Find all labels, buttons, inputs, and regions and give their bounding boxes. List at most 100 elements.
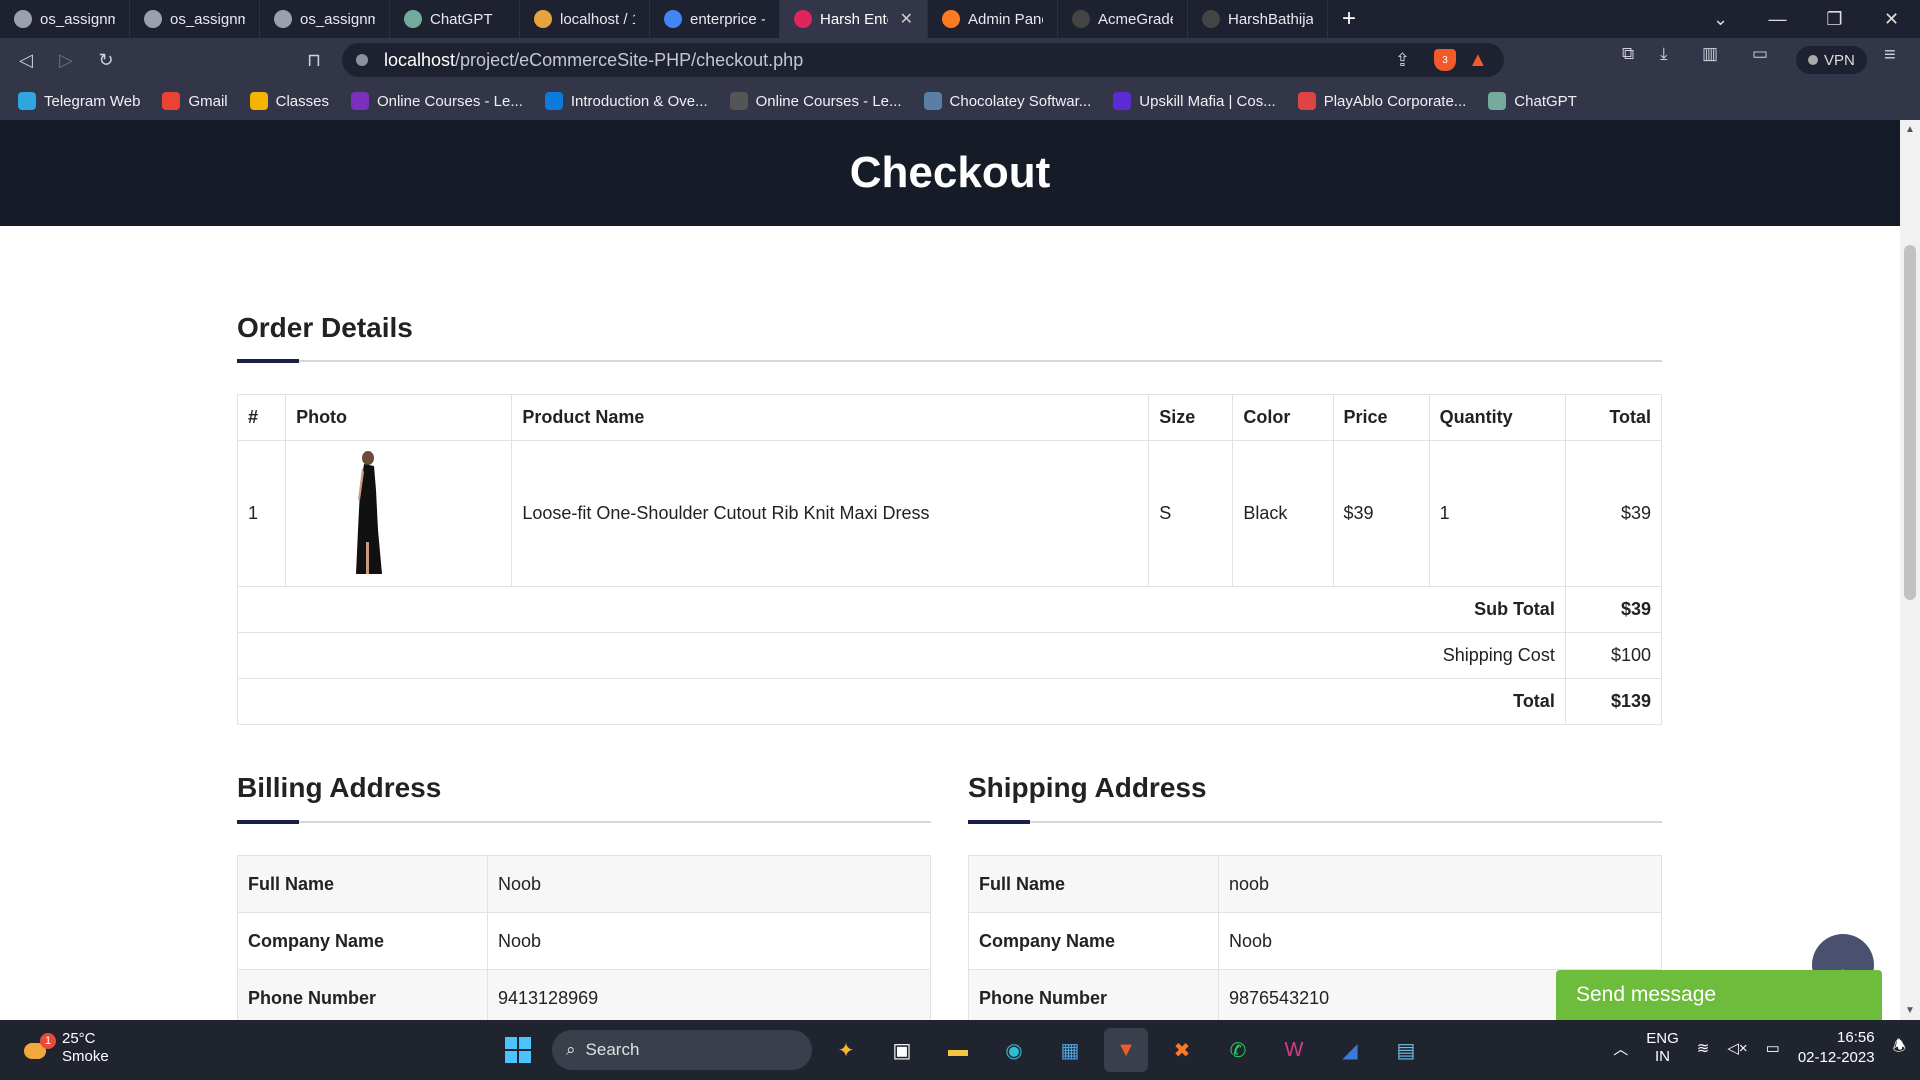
- product-photo: [356, 450, 383, 574]
- chatgpt-icon: [404, 10, 422, 28]
- tab-1[interactable]: os_assignment_3: [130, 0, 260, 38]
- menu-icon[interactable]: ≡: [1884, 44, 1896, 67]
- send-message-label: Send message: [1576, 983, 1717, 1006]
- sidebar-icon[interactable]: ▥: [1702, 44, 1718, 64]
- bookmarks-bar: Telegram Web Gmail Classes Online Courses -…: [0, 82, 1920, 120]
- tab-8[interactable]: AcmeGrade-Proj: [1058, 0, 1188, 38]
- bookmark-item[interactable]: Introduction & Ove...: [544, 92, 708, 110]
- notepad-icon[interactable]: ▤: [1384, 1028, 1428, 1072]
- tab-6[interactable]: Harsh Enterp ✕: [780, 0, 928, 38]
- system-tray: ︿ ENG IN ≋ ◁× ▭ 16:56 02-12-2023 🕭: [1613, 1028, 1906, 1068]
- reload-icon[interactable]: ↻: [86, 50, 126, 71]
- brave-browser-icon[interactable]: ▼: [1104, 1028, 1148, 1072]
- courses-icon: [350, 92, 369, 110]
- vscode-icon[interactable]: ◢: [1328, 1028, 1372, 1072]
- bookmark-label: Telegram Web: [44, 92, 141, 110]
- battery-icon[interactable]: ▭: [1766, 1039, 1780, 1057]
- bookmark-item[interactable]: Chocolatey Softwar...: [923, 92, 1092, 110]
- minimize-icon[interactable]: —: [1749, 9, 1806, 30]
- close-window-icon[interactable]: ✕: [1863, 9, 1920, 30]
- shipping-row: Company Name Noob: [968, 912, 1662, 970]
- tab-9[interactable]: HarshBathija-04/: [1188, 0, 1328, 38]
- bookmark-item[interactable]: Gmail: [162, 92, 228, 110]
- tab-7[interactable]: Admin Panel: [928, 0, 1058, 38]
- url-bar[interactable]: localhost/project/eCommerceSite-PHP/chec…: [342, 43, 1504, 77]
- tab-3[interactable]: ChatGPT: [390, 0, 520, 38]
- tab-2[interactable]: os_assignment_3: [260, 0, 390, 38]
- vpn-button[interactable]: VPN: [1796, 46, 1867, 74]
- extensions-icon[interactable]: ⧉: [1622, 44, 1634, 64]
- upskill-icon: [1113, 92, 1132, 110]
- billing-row: Phone Number 9413128969: [237, 969, 931, 1020]
- tab-4[interactable]: localhost / 127.0.: [520, 0, 650, 38]
- globe-icon: [14, 10, 32, 28]
- notification-bell-icon[interactable]: 🕭: [1893, 1036, 1906, 1061]
- copilot-icon[interactable]: ✦: [824, 1028, 868, 1072]
- scroll-up-icon[interactable]: ▲: [1900, 124, 1920, 135]
- bookmark-label: Chocolatey Softwar...: [949, 92, 1092, 110]
- billing-row: Company Name Noob: [237, 912, 931, 970]
- file-explorer-icon[interactable]: ▬: [936, 1028, 980, 1072]
- bookmark-item[interactable]: Classes: [249, 92, 329, 110]
- billing-field-value: Noob: [487, 912, 931, 970]
- back-icon[interactable]: ◁: [6, 50, 46, 71]
- weather-condition: Smoke: [62, 1048, 109, 1065]
- whatsapp-icon[interactable]: ✆: [1216, 1028, 1260, 1072]
- xampp-icon[interactable]: ✖: [1160, 1028, 1204, 1072]
- start-icon[interactable]: [496, 1028, 540, 1072]
- page-scrollbar[interactable]: ▲ ▼: [1900, 120, 1920, 1020]
- xampp-icon: [942, 10, 960, 28]
- bookmark-icon[interactable]: ⊓: [294, 50, 334, 71]
- wifi-icon[interactable]: ≋: [1697, 1039, 1710, 1057]
- shipping-address-title: Shipping Address: [968, 772, 1207, 803]
- bookmark-item[interactable]: Online Courses - Le...: [350, 92, 523, 110]
- site-info-icon[interactable]: [356, 54, 368, 66]
- vpn-label: VPN: [1824, 51, 1855, 69]
- tab-search-icon[interactable]: ⌄: [1692, 9, 1749, 30]
- billing-field-label: Full Name: [237, 855, 488, 913]
- download-icon[interactable]: ⤓: [1660, 44, 1668, 64]
- wallet-icon[interactable]: ▭: [1752, 44, 1768, 64]
- bookmark-label: Online Courses - Le...: [755, 92, 902, 110]
- bookmark-item[interactable]: PlayAblo Corporate...: [1297, 92, 1466, 110]
- show-hidden-icons-icon[interactable]: ︿: [1613, 1038, 1628, 1059]
- bookmark-label: Online Courses - Le...: [376, 92, 523, 110]
- share-icon[interactable]: ⇪: [1395, 50, 1410, 71]
- clock-date: 02-12-2023: [1797, 1049, 1875, 1066]
- task-view-icon[interactable]: ▣: [880, 1028, 924, 1072]
- product-name: Loose-fit One-Shoulder Cutout Rib Knit M…: [511, 440, 1150, 587]
- weather-widget[interactable]: 1 25°C Smoke: [22, 1030, 109, 1066]
- forward-icon[interactable]: ▷: [46, 50, 86, 71]
- volume-muted-icon[interactable]: ◁×: [1727, 1039, 1747, 1057]
- restore-icon[interactable]: ❐: [1806, 9, 1863, 30]
- shipping-field-label: Phone Number: [968, 969, 1219, 1020]
- scrollbar-thumb[interactable]: [1904, 245, 1916, 600]
- bookmark-label: Introduction & Ove...: [570, 92, 708, 110]
- subtotal-label: Sub Total: [237, 586, 1566, 633]
- brave-shields-icon[interactable]: 3: [1434, 49, 1456, 71]
- billing-field-label: Company Name: [237, 912, 488, 970]
- edge-icon[interactable]: ◉: [992, 1028, 1036, 1072]
- scroll-down-icon[interactable]: ▼: [1900, 1005, 1920, 1016]
- tab-0[interactable]: os_assignment_4: [0, 0, 130, 38]
- billing-address-title: Billing Address: [237, 772, 442, 803]
- bookmark-item[interactable]: Telegram Web: [18, 92, 140, 110]
- bookmark-label: Upskill Mafia | Cos...: [1139, 92, 1276, 110]
- clock[interactable]: 16:56 02-12-2023: [1798, 1028, 1875, 1068]
- language-indicator[interactable]: ENG IN: [1646, 1030, 1679, 1066]
- classroom-icon: [249, 92, 268, 110]
- brave-rewards-icon[interactable]: ▲: [1468, 50, 1492, 70]
- bookmark-item[interactable]: Upskill Mafia | Cos...: [1113, 92, 1276, 110]
- language-secondary: IN: [1655, 1048, 1670, 1065]
- bookmark-item[interactable]: Online Courses - Le...: [729, 92, 902, 110]
- taskbar-search[interactable]: ⌕ Search: [552, 1030, 812, 1070]
- column-header: Quantity: [1428, 394, 1566, 441]
- tab-5[interactable]: enterprice - Goo: [650, 0, 780, 38]
- bookmark-item[interactable]: ChatGPT: [1488, 92, 1577, 110]
- wps-office-icon[interactable]: W: [1272, 1028, 1316, 1072]
- close-tab-icon[interactable]: ✕: [900, 9, 913, 29]
- store-icon[interactable]: ▦: [1048, 1028, 1092, 1072]
- product-price: $39: [1332, 440, 1430, 587]
- new-tab-button[interactable]: +: [1328, 5, 1370, 33]
- send-message-button[interactable]: Send message: [1556, 970, 1882, 1020]
